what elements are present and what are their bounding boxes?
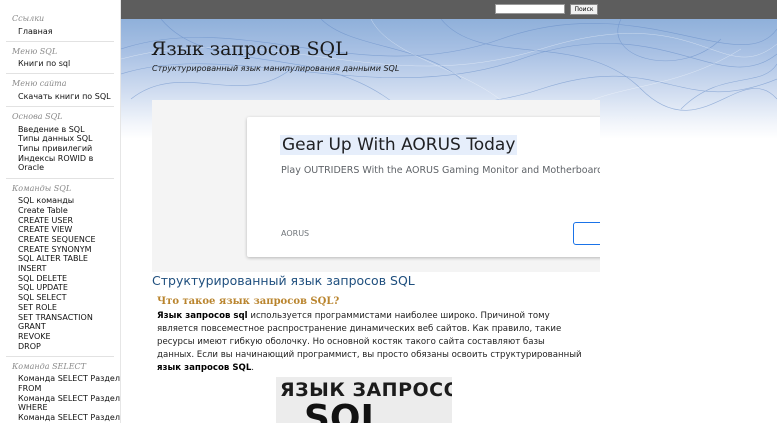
sidebar-link[interactable]: Главная	[18, 27, 53, 37]
sidebar-link[interactable]: SQL SELECT	[18, 293, 67, 303]
sidebar-link[interactable]: Типы данных SQL	[18, 134, 93, 144]
sidebar-link[interactable]: SQL UPDATE	[18, 283, 68, 293]
sidebar: Ссылки Главная Меню SQL Книги по sql Меню са…	[0, 0, 121, 423]
sidebar-link[interactable]: CREATE SYNONYM	[18, 245, 92, 255]
sidebar-divider	[6, 177, 114, 179]
ad-container: Gear Up With AORUS Today Play OUTRIDERS …	[152, 100, 600, 272]
paragraph-line: данных. Если вы начинающий программист, …	[157, 350, 582, 360]
sidebar-section-title: Меню сайта	[12, 79, 67, 89]
sidebar-link[interactable]: Create Table	[18, 206, 68, 216]
bold-term: язык запросов SQL	[157, 363, 252, 373]
sidebar-section-title: Ссылки	[12, 14, 45, 23]
sidebar-link[interactable]: CREATE SEQUENCE	[18, 235, 96, 245]
sidebar-link[interactable]: Скачать книги по SQL	[18, 92, 111, 102]
paragraph-text: .	[251, 363, 255, 373]
sidebar-link[interactable]: REVOKE	[18, 332, 51, 342]
sidebar-link[interactable]: CREATE VIEW	[18, 225, 72, 235]
sidebar-link[interactable]: Команда SELECT Раздел	[18, 374, 120, 384]
ad-headline[interactable]: Gear Up With AORUS Today	[280, 135, 518, 155]
sidebar-divider	[6, 355, 114, 357]
sidebar-link[interactable]: Введение в SQL	[18, 125, 85, 135]
sidebar-link[interactable]: Индексы ROWID в	[18, 154, 93, 164]
sidebar-link[interactable]: WHERE	[18, 403, 48, 413]
sidebar-link[interactable]: DROP	[18, 342, 41, 352]
top-bar: Поиск	[121, 0, 777, 19]
sidebar-divider	[6, 106, 114, 108]
sidebar-section-title: Основа SQL	[12, 112, 63, 122]
sidebar-link[interactable]: Oracle	[18, 163, 44, 173]
ad-card[interactable]: Gear Up With AORUS Today Play OUTRIDERS …	[247, 117, 600, 257]
sidebar-link[interactable]: SQL команды	[18, 196, 74, 206]
sidebar-link[interactable]: FROM	[18, 384, 41, 394]
search-button[interactable]: Поиск	[570, 4, 598, 15]
paragraph-line: ресурсы имеют гибкую оболочку. Но основн…	[157, 337, 545, 347]
paragraph-line: является повсеместное распространение ди…	[157, 324, 562, 334]
ad-open-button[interactable]	[573, 222, 600, 245]
book-cover-sql: SQL	[304, 398, 384, 423]
sidebar-divider	[6, 40, 114, 42]
sidebar-link[interactable]: Книги по sql	[18, 59, 70, 69]
sidebar-link[interactable]: SQL DELETE	[18, 274, 67, 284]
main-heading: Структурированный язык запросов SQL	[152, 273, 415, 288]
sidebar-link[interactable]: Типы привилегий	[18, 144, 92, 154]
sidebar-divider	[6, 73, 114, 75]
sidebar-link[interactable]: Команда SELECT Раздел	[18, 413, 120, 423]
site-title: Язык запросов SQL	[151, 38, 348, 60]
sidebar-link[interactable]: Команда SELECT Раздел	[18, 394, 120, 404]
sidebar-link[interactable]: SET ROLE	[18, 303, 57, 313]
sidebar-section-title: Меню SQL	[12, 46, 58, 56]
ad-brand: AORUS	[281, 229, 310, 238]
sidebar-link[interactable]: GRANT	[18, 322, 46, 332]
sidebar-section-title: Команды SQL	[12, 183, 72, 193]
site-subtitle: Структурированный язык манипулирования д…	[152, 64, 400, 73]
sidebar-link[interactable]: SQL ALTER TABLE	[18, 254, 88, 264]
ad-description: Play OUTRIDERS With the AORUS Gaming Mon…	[281, 165, 600, 176]
bold-term: Язык запросов sql	[157, 311, 248, 321]
sidebar-section-title: Команда SELECT	[12, 361, 86, 371]
sql-book-cover-image: ЯЗЫК ЗАПРОСОВ SQL	[276, 377, 452, 423]
paragraph-text: используется программистами наиболее шир…	[247, 311, 550, 321]
sidebar-link[interactable]: CREATE USER	[18, 216, 73, 226]
section-subheading: Что такое язык запросов SQL?	[157, 296, 340, 307]
search-input[interactable]	[495, 4, 565, 14]
paragraph-line: язык запросов SQL.	[157, 363, 254, 373]
sidebar-link[interactable]: SET TRANSACTION	[18, 313, 93, 323]
paragraph-line: Язык запросов sql используется программи…	[157, 311, 550, 321]
sidebar-link[interactable]: INSERT	[18, 264, 46, 274]
